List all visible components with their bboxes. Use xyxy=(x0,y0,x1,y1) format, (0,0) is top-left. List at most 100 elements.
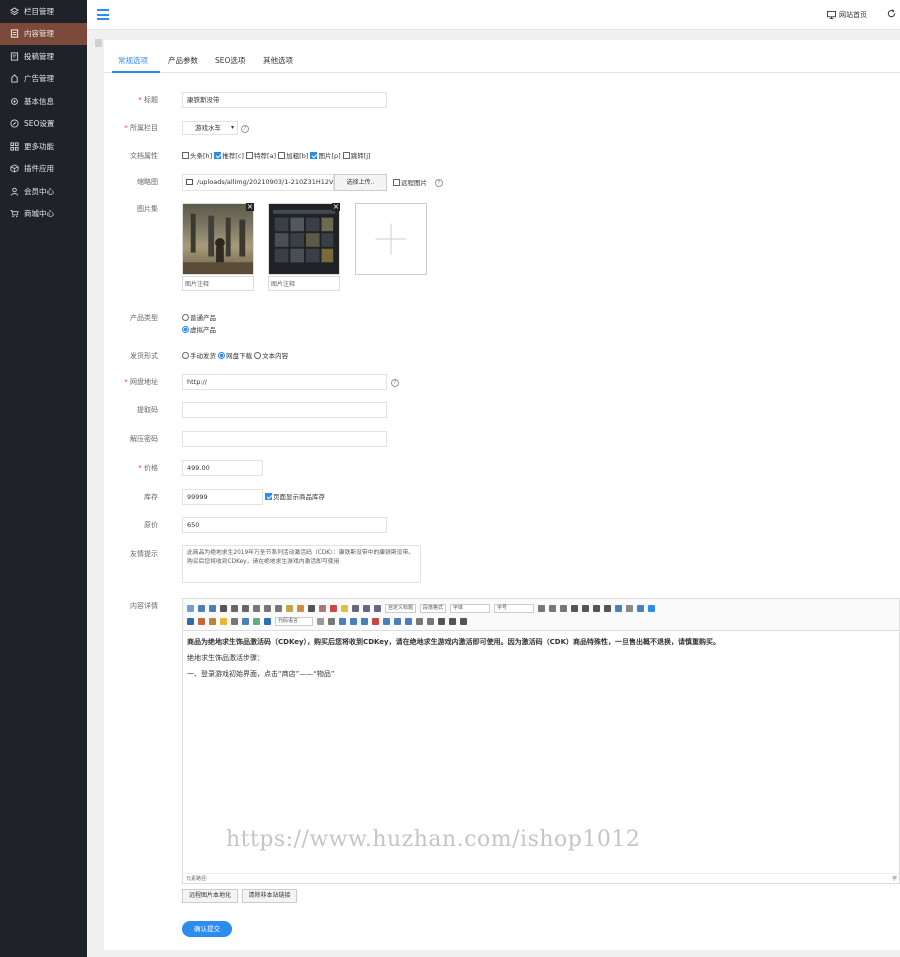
sidebar-item-seo[interactable]: SEO设置 xyxy=(0,113,87,136)
custom-title-select[interactable]: 自定义标题 xyxy=(385,604,417,613)
collapse-icon[interactable] xyxy=(95,39,102,47)
radio[interactable] xyxy=(182,352,189,359)
extract-code-input[interactable] xyxy=(182,402,387,418)
draft-icon[interactable] xyxy=(460,618,467,625)
attachment-icon[interactable] xyxy=(242,618,249,625)
ordered-list-icon[interactable] xyxy=(352,605,359,612)
multi-image-icon[interactable] xyxy=(198,618,205,625)
checkbox[interactable] xyxy=(265,493,272,500)
link-icon[interactable] xyxy=(615,605,623,612)
checkbox[interactable] xyxy=(278,152,286,159)
submit-button[interactable]: 确认提交 xyxy=(182,921,232,937)
insert-row-icon[interactable] xyxy=(350,618,357,625)
refresh-icon[interactable] xyxy=(887,9,896,18)
remove-image-icon[interactable]: × xyxy=(246,203,254,211)
delivery-option-text[interactable]: 文本内容 xyxy=(254,352,288,360)
video-icon[interactable] xyxy=(209,618,216,625)
checkbox[interactable] xyxy=(393,179,400,186)
help-icon[interactable]: ? xyxy=(435,179,443,187)
print-icon[interactable] xyxy=(416,618,423,625)
sidebar-item-submission[interactable]: 投稿管理 xyxy=(0,45,87,68)
attr-option[interactable]: 加粗[b] xyxy=(278,152,308,160)
split-cells-icon[interactable] xyxy=(394,618,401,625)
gallery-caption-input[interactable]: 图片注释 xyxy=(182,276,254,291)
checkbox[interactable] xyxy=(310,152,318,159)
checkbox[interactable] xyxy=(214,152,222,159)
upload-button[interactable]: 选择上传.. xyxy=(334,174,387,191)
image-align-icon[interactable] xyxy=(648,605,656,612)
unordered-list-icon[interactable] xyxy=(363,605,370,612)
checkbox[interactable] xyxy=(342,152,350,159)
site-home-link[interactable]: 网站首页 xyxy=(827,10,867,20)
preview-icon[interactable] xyxy=(427,618,434,625)
friendly-tip-textarea[interactable]: 此商品为绝地求生2019年万圣节系列活动激活码（CDK）：康铁斯没带中的康铁斯没… xyxy=(182,545,421,583)
horizontal-rule-icon[interactable] xyxy=(317,618,324,625)
merge-cells-icon[interactable] xyxy=(383,618,390,625)
sidebar-item-basic-info[interactable]: 基本信息 xyxy=(0,90,87,113)
stock-input[interactable]: 99999 xyxy=(182,489,263,505)
tab-general[interactable]: 常规选项 xyxy=(118,55,148,66)
align-left-icon[interactable] xyxy=(571,605,579,612)
gallery-caption-input[interactable]: 图片注释 xyxy=(268,276,340,291)
ltr-icon[interactable] xyxy=(538,605,546,612)
column-select[interactable]: 游戏水车 ▾ xyxy=(182,121,238,135)
insert-image-icon[interactable] xyxy=(187,618,194,625)
radio[interactable] xyxy=(182,314,189,321)
quote-icon[interactable] xyxy=(308,605,315,612)
font-color-icon[interactable] xyxy=(330,605,337,612)
sidebar-item-plugins[interactable]: 插件应用 xyxy=(0,158,87,181)
special-char-icon[interactable] xyxy=(328,618,335,625)
radio[interactable] xyxy=(182,326,189,333)
line-height-icon[interactable] xyxy=(374,605,381,612)
align-right-icon[interactable] xyxy=(593,605,601,612)
bold-icon[interactable] xyxy=(220,605,227,612)
search-icon[interactable] xyxy=(438,618,445,625)
unlink-icon[interactable] xyxy=(626,605,634,612)
justify-icon[interactable] xyxy=(604,605,612,612)
tab-other[interactable]: 其他选项 xyxy=(263,55,293,66)
paragraph-format-select[interactable]: 段落格式 xyxy=(420,604,447,613)
checkbox[interactable] xyxy=(246,152,254,159)
attr-option[interactable]: 头条[h] xyxy=(182,152,212,160)
code-language-select[interactable]: 代码语言 xyxy=(275,617,313,626)
sidebar-item-more[interactable]: 更多功能 xyxy=(0,135,87,158)
source-icon[interactable] xyxy=(187,605,194,612)
eraser-icon[interactable] xyxy=(297,605,304,612)
radio[interactable] xyxy=(254,352,262,359)
undo-icon[interactable] xyxy=(198,605,205,612)
gallery-image[interactable] xyxy=(268,203,340,275)
price-input[interactable]: 499.00 xyxy=(182,460,263,476)
delivery-option-netdisk[interactable]: 网盘下载 xyxy=(218,352,252,360)
netdisk-input[interactable]: http:// xyxy=(182,374,387,390)
gallery-image[interactable] xyxy=(182,203,254,275)
editor-body[interactable]: 商品为绝地求生饰品激活码（CDKey），购买后您将收到CDKey，请在绝地求生游… xyxy=(183,631,899,691)
attr-option[interactable]: 推荐[c] xyxy=(214,152,244,160)
title-input[interactable]: 康铁斯没带 xyxy=(182,92,387,108)
show-stock-option[interactable]: 页面显示商品库存 xyxy=(265,491,325,501)
font-size-select[interactable]: 字号 xyxy=(494,604,535,613)
unzip-password-input[interactable] xyxy=(182,431,387,447)
help-icon[interactable]: ? xyxy=(241,125,249,133)
remove-image-icon[interactable]: × xyxy=(332,203,340,211)
file-icon[interactable] xyxy=(231,618,238,625)
sidebar-item-column[interactable]: 栏目管理 xyxy=(0,0,87,23)
indent-icon[interactable] xyxy=(560,605,568,612)
help-icon[interactable]: ? xyxy=(391,379,399,387)
strike-icon[interactable] xyxy=(253,605,260,612)
emoji-icon[interactable] xyxy=(220,618,227,625)
thumb-path-input[interactable]: /uploads/allimg/20210903/1-210Z31H12V xyxy=(182,174,334,191)
product-type-option-virtual[interactable]: 虚拟产品 xyxy=(182,324,216,334)
underline-icon[interactable] xyxy=(242,605,249,612)
attr-option[interactable]: 图片[p] xyxy=(310,152,341,160)
italic-icon[interactable] xyxy=(231,605,238,612)
delete-row-icon[interactable] xyxy=(372,618,379,625)
tab-product-params[interactable]: 产品参数 xyxy=(168,55,198,66)
highlight-icon[interactable] xyxy=(341,605,348,612)
menu-toggle-icon[interactable] xyxy=(97,9,109,20)
template-icon[interactable] xyxy=(449,618,456,625)
tab-seo[interactable]: SEO选项 xyxy=(215,55,245,66)
align-center-icon[interactable] xyxy=(582,605,590,612)
delivery-option-manual[interactable]: 手动发货 xyxy=(182,352,216,360)
sidebar-item-shop[interactable]: 商城中心 xyxy=(0,203,87,226)
format-brush-icon[interactable] xyxy=(286,605,293,612)
